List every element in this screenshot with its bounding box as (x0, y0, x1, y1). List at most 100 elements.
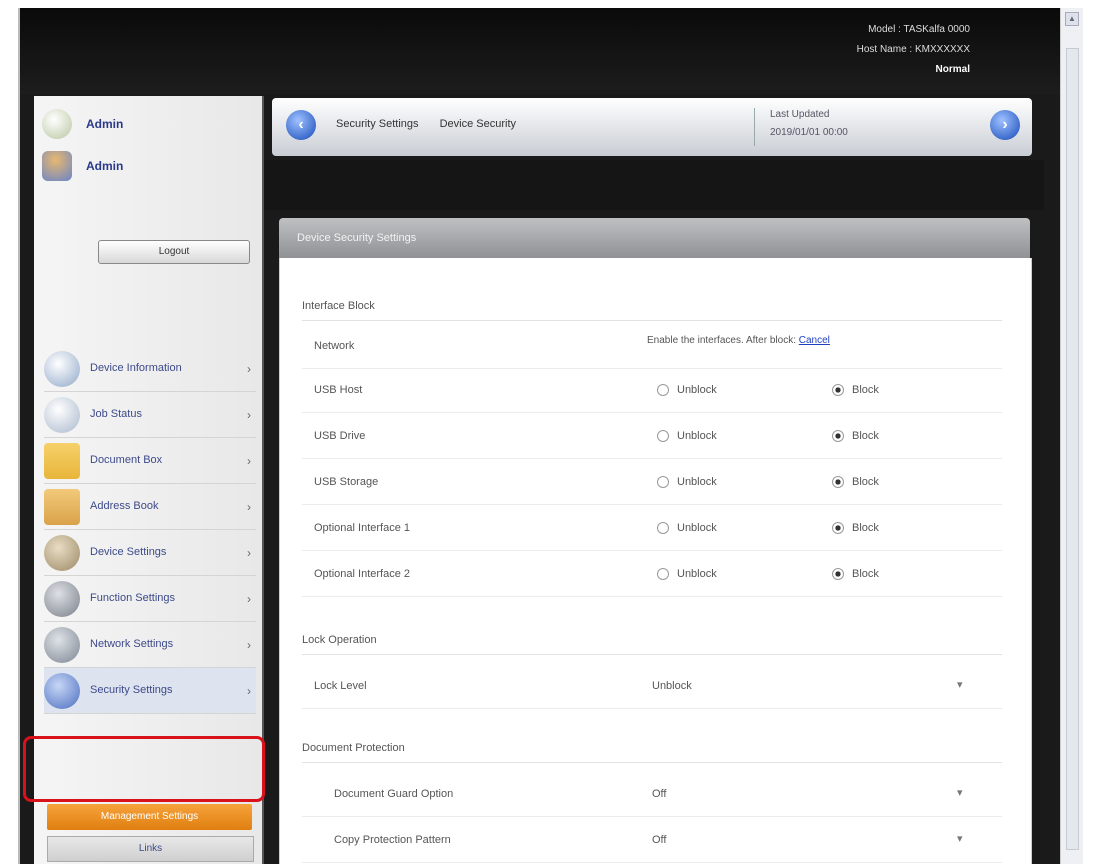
links-button[interactable]: Links (47, 836, 254, 862)
chevron-right-icon: › (247, 637, 251, 652)
sidebar-item-document-box[interactable]: Document Box › (44, 438, 256, 484)
host-line: Host Name : KMXXXXXX (856, 44, 970, 55)
unblock-radio[interactable]: Unblock (657, 476, 717, 488)
radio-label: Block (852, 522, 879, 534)
radio-label: Block (852, 568, 879, 580)
sidebar-item-job-status[interactable]: Job Status › (44, 392, 256, 438)
document-guard-select[interactable]: Off (652, 788, 666, 800)
sidebar-item-label: Device Information (90, 362, 182, 374)
setting-row-lock-level: Lock Level Unblock ▾ (302, 668, 1002, 709)
radio-icon (832, 568, 844, 580)
logout-button[interactable]: Logout (98, 240, 250, 264)
chevron-right-icon: › (247, 407, 251, 422)
last-updated-value: 2019/01/01 00:00 (770, 127, 848, 138)
chevron-down-icon[interactable]: ▾ (957, 678, 963, 691)
radio-icon (832, 476, 844, 488)
unblock-radio[interactable]: Unblock (657, 568, 717, 580)
home-icon (42, 109, 72, 139)
window-scrollbar[interactable]: ▲ (1060, 8, 1083, 864)
device-info-icon (44, 350, 80, 387)
back-button[interactable]: ‹ (286, 110, 316, 140)
setting-note: Enable the interfaces. After block: Canc… (647, 334, 917, 348)
device-settings-icon (44, 534, 80, 571)
chevron-right-icon: › (247, 453, 251, 468)
section-divider (302, 762, 1002, 763)
radio-icon (657, 430, 669, 442)
section-divider (302, 654, 1002, 655)
unblock-radio[interactable]: Unblock (657, 430, 717, 442)
user-avatar-icon (42, 151, 72, 181)
network-settings-icon (44, 626, 80, 663)
sidebar-item-network-settings[interactable]: Network Settings › (44, 622, 256, 668)
sidebar-item-address-book[interactable]: Address Book › (44, 484, 256, 530)
lock-level-select[interactable]: Unblock (652, 680, 692, 692)
radio-icon (657, 522, 669, 534)
radio-icon (832, 430, 844, 442)
setting-row-usb-storage: USB Storage Unblock Block (302, 464, 1002, 505)
breadcrumb-item: Device Security (439, 118, 517, 130)
chevron-right-icon: › (247, 545, 251, 560)
address-book-icon (44, 488, 80, 525)
setting-label: Document Guard Option (334, 788, 454, 800)
section-title: Interface Block (302, 300, 375, 312)
setting-label: Optional Interface 1 (314, 522, 411, 534)
refresh-button[interactable]: › (990, 110, 1020, 140)
setting-label: Optional Interface 2 (314, 568, 411, 580)
device-info: Model : TASKalfa 0000 Host Name : KMXXXX… (857, 20, 970, 80)
nav-bar: ‹ Security Settings Device Security Last… (272, 98, 1032, 156)
setting-row-copy-protection: Copy Protection Pattern Off ▾ (302, 822, 1002, 863)
last-updated: Last Updated 2019/01/01 00:00 (770, 106, 848, 142)
sidebar-item-label: Function Settings (90, 592, 175, 604)
document-box-icon (44, 442, 80, 479)
last-updated-label: Last Updated (770, 109, 830, 120)
radio-icon (657, 568, 669, 580)
sidebar-item-label: Job Status (90, 408, 142, 420)
sidebar-item-function-settings[interactable]: Function Settings › (44, 576, 256, 622)
management-settings-button[interactable]: Management Settings (47, 804, 252, 830)
section-divider (302, 320, 1002, 321)
panel-title: Device Security Settings (279, 218, 1030, 258)
copy-protection-select[interactable]: Off (652, 834, 666, 846)
top-header: Model : TASKalfa 0000 Host Name : KMXXXX… (20, 8, 1060, 94)
radio-icon (832, 522, 844, 534)
refresh-icon: › (1002, 116, 1008, 133)
unblock-radio[interactable]: Unblock (657, 522, 717, 534)
setting-row-usb-drive: USB Drive Unblock Block (302, 418, 1002, 459)
radio-label: Block (852, 476, 879, 488)
selection-highlight (23, 736, 265, 802)
block-radio[interactable]: Block (832, 430, 879, 442)
job-status-icon (44, 396, 80, 433)
chevron-down-icon[interactable]: ▾ (957, 832, 963, 845)
unblock-radio[interactable]: Unblock (657, 384, 717, 396)
radio-label: Unblock (677, 476, 717, 488)
chevron-down-icon[interactable]: ▾ (957, 786, 963, 799)
sidebar-item-label: Security Settings (90, 684, 173, 696)
setting-label: Copy Protection Pattern (334, 834, 451, 846)
breadcrumb-item[interactable]: Security Settings (336, 118, 419, 130)
radio-label: Block (852, 430, 879, 442)
settings-panel: Interface Block Network Enable the inter… (279, 258, 1032, 864)
note-text: Enable the interfaces. After block: (647, 335, 796, 346)
home-row[interactable]: Admin (42, 106, 252, 142)
block-radio[interactable]: Block (832, 568, 879, 580)
section-title: Lock Operation (302, 634, 377, 646)
cancel-link[interactable]: Cancel (799, 335, 830, 346)
sidebar-item-label: Device Settings (90, 546, 167, 558)
block-radio[interactable]: Block (832, 384, 879, 396)
scrollbar-thumb[interactable] (1066, 48, 1079, 850)
arrow-left-icon: ‹ (298, 116, 304, 133)
sidebar-item-device-information[interactable]: Device Information › (44, 346, 256, 392)
security-settings-icon (44, 672, 80, 709)
block-radio[interactable]: Block (832, 522, 879, 534)
sidebar-item-device-settings[interactable]: Device Settings › (44, 530, 256, 576)
block-radio[interactable]: Block (832, 476, 879, 488)
sidebar-item-security-settings[interactable]: Security Settings › (44, 668, 256, 714)
chevron-right-icon: › (247, 499, 251, 514)
radio-label: Unblock (677, 384, 717, 396)
scroll-up-icon[interactable]: ▲ (1065, 12, 1079, 26)
setting-row-document-guard: Document Guard Option Off ▾ (302, 776, 1002, 817)
setting-row-optional-interface-2: Optional Interface 2 Unblock Block (302, 556, 1002, 597)
radio-icon (657, 476, 669, 488)
sidebar-menu: Device Information › Job Status › Docume… (44, 346, 256, 714)
user-row: Admin (42, 148, 252, 184)
